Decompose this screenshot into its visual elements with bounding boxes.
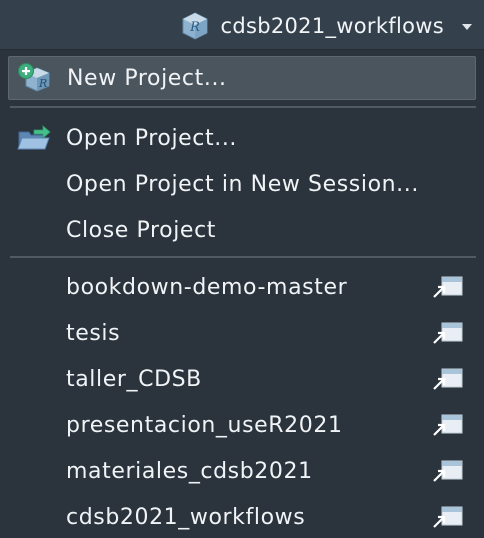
recent-project-item[interactable]: taller_CDSB: [8, 357, 476, 401]
recent-project-label: cdsb2021_workflows: [66, 504, 306, 530]
menu-item-close-project[interactable]: Close Project: [8, 208, 476, 252]
new-project-icon: R: [18, 63, 50, 92]
svg-text:R: R: [38, 77, 47, 90]
menu-label-open-project-new-session: Open Project in New Session...: [66, 171, 419, 197]
open-in-new-window-icon[interactable]: [432, 505, 464, 529]
project-dropdown-menu: R New Project... Open Project... Open Pr…: [0, 50, 484, 538]
recent-project-item[interactable]: cdsb2021_workflows: [8, 495, 476, 538]
open-folder-icon: [17, 125, 51, 150]
menu-item-open-project-new-session[interactable]: Open Project in New Session...: [8, 162, 476, 206]
project-menu-screen: R cdsb2021_workflows R New Project... Op…: [0, 0, 484, 538]
menu-label-close-project: Close Project: [66, 217, 216, 243]
recent-project-label: presentacion_useR2021: [66, 412, 343, 438]
chevron-down-icon: [462, 24, 472, 30]
recent-project-item[interactable]: materiales_cdsb2021: [8, 449, 476, 493]
recent-project-label: tesis: [66, 320, 121, 346]
menu-item-open-project[interactable]: Open Project...: [8, 116, 476, 160]
recent-project-label: materiales_cdsb2021: [66, 458, 313, 484]
svg-text:R: R: [190, 20, 201, 35]
open-in-new-window-icon[interactable]: [432, 413, 464, 437]
open-in-new-window-icon[interactable]: [432, 321, 464, 345]
project-toolbar: R cdsb2021_workflows: [0, 0, 484, 50]
recent-project-item[interactable]: tesis: [8, 311, 476, 355]
open-in-new-window-icon[interactable]: [432, 367, 464, 391]
current-project-name: cdsb2021_workflows: [220, 14, 444, 38]
recent-project-item[interactable]: presentacion_useR2021: [8, 403, 476, 447]
menu-separator: [10, 106, 476, 108]
recent-project-label: taller_CDSB: [66, 366, 202, 392]
menu-item-new-project[interactable]: R New Project...: [8, 56, 476, 100]
recent-project-item[interactable]: bookdown-demo-master: [8, 265, 476, 309]
menu-label-new-project: New Project...: [67, 65, 227, 91]
menu-separator: [10, 256, 476, 258]
recent-project-label: bookdown-demo-master: [66, 274, 348, 300]
r-project-cube-icon: R: [182, 12, 208, 40]
open-in-new-window-icon[interactable]: [432, 275, 464, 299]
menu-label-open-project: Open Project...: [66, 125, 238, 151]
project-selector-button[interactable]: R cdsb2021_workflows: [180, 10, 472, 42]
open-in-new-window-icon[interactable]: [432, 459, 464, 483]
